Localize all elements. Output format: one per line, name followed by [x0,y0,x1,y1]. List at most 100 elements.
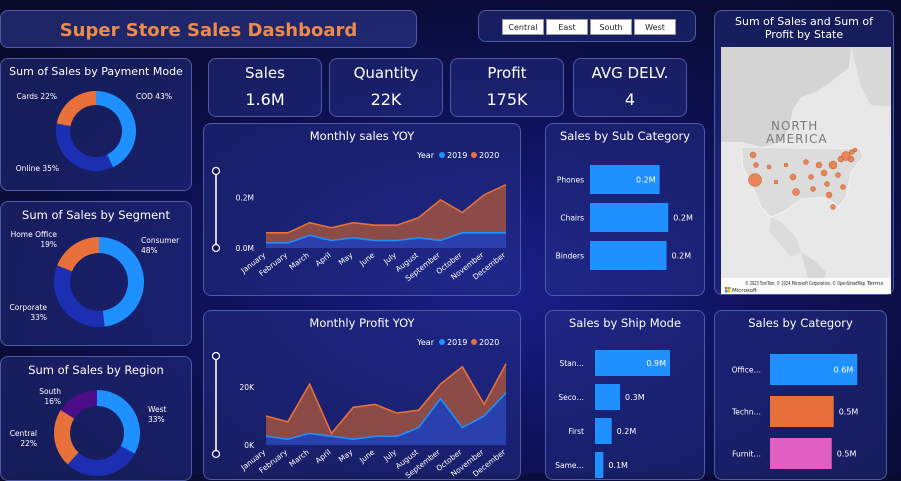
legend-label[interactable]: 2020 [479,151,499,160]
donut-data-label: Home Office 19% [11,230,58,249]
bar-category-label: Chairs [560,214,584,223]
kpi-card-profit: Profit 175K [450,58,564,117]
sub-category-bar-chart: Phones 0.2M Chairs 0.2M Binders 0.2M [556,165,693,270]
donut-slice-central[interactable] [54,409,79,465]
donut-slice-west[interactable] [97,390,140,454]
state-bubble[interactable] [840,184,846,190]
sub-category-chart-panel: Sales by Sub Category Phones 0.2M Chairs 0.… [545,123,705,296]
bar-value-label: 0.6M [834,366,854,375]
bar[interactable] [595,452,604,478]
donut-slice-cod[interactable] [96,91,136,168]
bar-category-label: Phones [557,176,584,185]
bar[interactable] [770,396,834,427]
donut-slice-corporate[interactable] [54,265,105,327]
bar-category-label: Furnit… [732,450,761,459]
range-slider-handle-bottom[interactable] [211,243,221,253]
bar-category-label: Same… [555,461,584,470]
donut-data-label: West 33% [148,405,166,424]
bar[interactable] [595,384,620,410]
range-slider-handle-bottom[interactable] [211,449,221,459]
state-bubble[interactable] [847,155,855,163]
state-bubble[interactable] [808,174,814,180]
payment-mode-donut-chart: COD 43% Online 35% Cards 22% [16,91,172,173]
state-bubble[interactable] [835,172,841,178]
state-bubble[interactable] [749,151,757,159]
dashboard-title-box: Super Store Sales Dashboard [0,10,417,48]
bar-value-label: 0.2M [617,427,637,436]
category-bar-chart: Office… 0.6M Techn… 0.5M Furnit… 0.5M [731,354,858,469]
state-bubble[interactable] [783,162,789,168]
donut-data-label: COD 43% [136,92,172,101]
state-bubble[interactable] [852,147,858,153]
ship-mode-chart-panel: Sales by Ship Mode Stan… 0.9M Seco… 0.3M Fir… [545,310,705,480]
bar[interactable] [595,418,612,444]
bar-value-label: 0.9M [646,359,666,368]
map-label-north: NORTH [771,119,818,133]
state-bubble[interactable] [824,181,830,187]
y-tick-label: 0.2M [236,193,254,202]
map-terms-link[interactable]: Terms [866,281,883,287]
state-bubble[interactable] [815,161,823,169]
legend-label[interactable]: 2020 [479,338,499,347]
donut-slice-east[interactable] [67,446,135,476]
bar[interactable] [590,203,669,232]
x-tick-label: March [287,250,311,271]
donut-data-label: Central 22% [10,429,37,448]
bar[interactable] [590,241,667,270]
donut-slice-cards[interactable] [56,91,96,127]
x-tick-label: April [314,250,333,268]
state-bubble[interactable] [803,159,809,165]
state-bubble[interactable] [830,204,836,210]
legend-label[interactable]: 2019 [447,151,467,160]
segment-donut-chart: Consumer 48% Corporate 33% Home Office 19% [10,230,180,327]
kpi-value: 175K [486,90,528,109]
bar-category-label: First [568,427,584,436]
map-title: Sum of Sales and Sum of Profit by State [735,15,873,41]
y-tick-label: 20K [240,383,256,392]
range-slider-handle-top[interactable] [211,351,221,361]
kpi-value: 22K [370,90,402,109]
monthly-sales-chart-panel: Monthly sales YOY 0.0M 0.2M January Februar… [203,123,521,296]
kpi-card-quantity: Quantity 22K [329,58,443,117]
monthly-profit-area-chart: 0K20KJanuaryFebruaryMarch April May June Jul… [211,338,508,479]
legend-title: Year [416,151,435,160]
donut-data-label: Cards 22% [16,92,57,101]
bar-category-label: Seco… [558,393,584,402]
slicer-south-button[interactable]: South [590,19,632,35]
donut-slice-online[interactable] [55,123,114,171]
state-bubble[interactable] [810,186,816,192]
map-label-america: AMERICA [766,132,828,146]
x-tick-label: April [314,447,333,465]
legend-marker-2019 [439,152,445,158]
bar[interactable] [770,438,832,469]
donut-slice-home-office[interactable] [57,237,99,272]
state-bubble[interactable] [748,173,762,187]
slicer-east-button[interactable]: East [546,19,588,35]
bar-value-label: 0.2M [636,176,656,185]
slicer-central-button[interactable]: Central [502,19,544,35]
legend-title: Year [416,338,435,347]
chart-title: Sum of Sales by Segment [22,208,170,222]
dashboard-title: Super Store Sales Dashboard [59,20,358,41]
slicer-west-button[interactable]: West [634,19,676,35]
state-bubble[interactable] [766,164,772,170]
donut-slice-consumer[interactable] [99,237,145,327]
x-tick-label: May [337,250,355,267]
legend-label[interactable]: 2019 [447,338,467,347]
range-slider-handle-top[interactable] [211,166,221,176]
kpi-card-sales: Sales 1.6M [208,58,322,117]
bar-category-label: Binders [556,252,584,261]
state-bubble[interactable] [825,191,833,199]
donut-data-label: Consumer 48% [141,236,180,255]
state-bubble[interactable] [820,169,828,177]
sales-by-state-map[interactable]: NORTH AMERICA Microsoft © 2023 TomTom, ©… [721,47,891,294]
state-bubble[interactable] [789,173,797,181]
chart-title: Sum of Sales by Region [28,363,164,377]
bar-value-label: 0.2M [672,252,692,261]
kpi-label: Sales [245,64,285,82]
state-bubble[interactable] [773,179,779,185]
state-bubble[interactable] [792,188,800,196]
state-bubble[interactable] [828,160,838,170]
state-bubble[interactable] [753,162,759,168]
y-tick-label: 0.0M [236,244,254,253]
